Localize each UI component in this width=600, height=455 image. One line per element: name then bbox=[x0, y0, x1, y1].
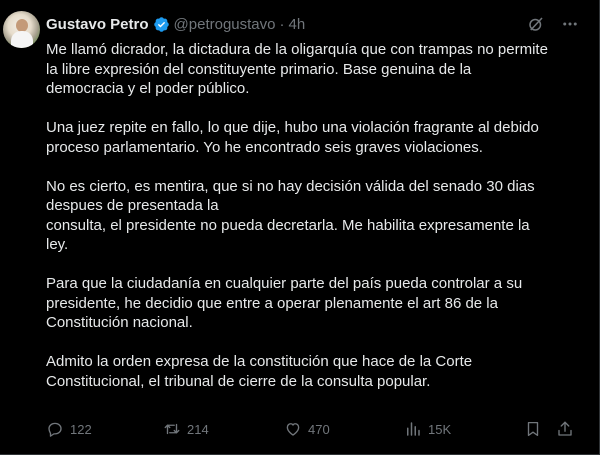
separator-dot: · bbox=[279, 15, 285, 33]
repost-count: 214 bbox=[187, 421, 209, 437]
tweet-header: Gustavo Petro @petrogustavo · 4h bbox=[46, 14, 305, 34]
header-actions bbox=[527, 15, 579, 33]
reply-button[interactable]: 122 bbox=[46, 419, 92, 439]
author-name[interactable]: Gustavo Petro bbox=[46, 16, 149, 33]
more-options-icon[interactable] bbox=[561, 15, 579, 33]
tweet-paragraph: Me llamó dicrador, la dictadura de la ol… bbox=[46, 41, 548, 97]
tweet-card[interactable]: Gustavo Petro @petrogustavo · 4h Me llam… bbox=[0, 0, 600, 455]
views-count: 15K bbox=[428, 421, 452, 437]
reply-count: 122 bbox=[70, 421, 92, 437]
timestamp[interactable]: 4h bbox=[288, 16, 305, 33]
repost-icon bbox=[164, 423, 180, 435]
share-icon bbox=[558, 421, 572, 436]
avatar-shirt bbox=[11, 31, 33, 48]
tweet-text: Me llamó dicrador, la dictadura de la ol… bbox=[46, 40, 566, 391]
author-handle[interactable]: @petrogustavo bbox=[174, 16, 276, 33]
tweet-paragraph: No es cierto, es mentira, que si no hay … bbox=[46, 177, 535, 254]
repost-button[interactable]: 214 bbox=[163, 419, 209, 439]
views-icon bbox=[407, 422, 420, 436]
like-count: 470 bbox=[308, 421, 330, 437]
avatar[interactable] bbox=[3, 11, 40, 48]
reply-icon bbox=[48, 422, 62, 437]
action-bar: 122 214 470 15K bbox=[46, 419, 576, 439]
verified-badge-icon bbox=[153, 16, 169, 32]
share-button[interactable] bbox=[556, 419, 574, 439]
views-button[interactable]: 15K bbox=[404, 419, 451, 439]
tweet-paragraph: Admito la orden expresa de la constituci… bbox=[46, 353, 473, 390]
tweet-paragraph: Una juez repite en fallo, lo que dije, h… bbox=[46, 119, 539, 156]
grok-icon[interactable] bbox=[527, 15, 545, 33]
bookmark-button[interactable] bbox=[524, 419, 542, 439]
bookmark-icon bbox=[527, 421, 539, 437]
tweet-paragraph: Para que la ciudadanía en cualquier part… bbox=[46, 275, 523, 331]
like-icon bbox=[286, 423, 300, 436]
like-button[interactable]: 470 bbox=[284, 419, 330, 439]
